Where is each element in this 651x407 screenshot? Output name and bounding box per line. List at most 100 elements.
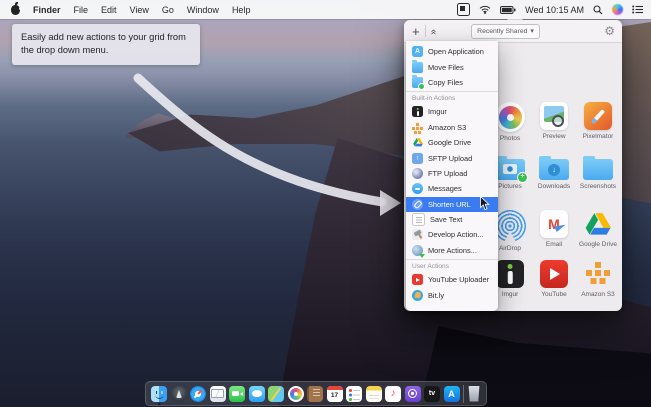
filter-dropdown[interactable]: Recently Shared ▾ [471,24,540,39]
dock-messages-icon[interactable] [249,386,265,402]
grid-item-google-drive[interactable]: Google Drive [576,210,620,252]
dock-safari-icon[interactable] [190,386,206,402]
dock-separator [463,385,464,403]
imgur-icon [496,260,524,288]
menu-edit[interactable]: Edit [101,5,117,15]
menu-item-open-application[interactable]: Open Application [406,44,498,59]
calendar-day: 17 [331,392,338,399]
google-drive-icon [412,137,423,148]
filter-value: Recently Shared [477,28,527,35]
youtube-icon [540,260,568,288]
grid-row-1: Photos Preview Pixelmator [488,102,622,142]
menu-file[interactable]: File [74,5,89,15]
dock-finder-icon[interactable] [151,386,167,402]
toolbar-divider [425,25,426,37]
popover-toolbar: + « Recently Shared ▾ ⚙ [404,20,622,43]
dock-tv-icon[interactable] [424,386,440,402]
shorten-url-link-icon [412,199,423,210]
google-drive-icon [585,210,611,238]
develop-action-hammer-icon [412,229,423,240]
imgur-icon [412,106,423,117]
menu-bar: Finder File Edit View Go Window Help Wed… [0,0,651,19]
photos-icon [495,102,525,132]
menu-bar-left: Finder File Edit View Go Window Help [0,5,250,15]
add-action-button[interactable]: + [412,25,420,38]
menu-item-bitly[interactable]: Bit.ly [406,287,498,302]
grid-item-amazon-s3[interactable]: Amazon S3 [576,260,620,298]
menu-item-sftp-upload[interactable]: SFTP Upload [406,150,498,165]
wifi-icon[interactable] [479,5,491,14]
grid-item-downloads[interactable]: Downloads [532,154,576,190]
dock-contacts-icon[interactable] [307,386,323,402]
copy-files-folder-icon [412,77,423,88]
spotlight-icon[interactable] [593,5,603,15]
coachmark-tooltip: Easily add new actions to your grid from… [12,24,200,65]
menu-go[interactable]: Go [162,5,174,15]
grid-item-screenshots[interactable]: Screenshots [576,154,620,190]
menu-item-youtube-uploader[interactable]: YouTube Uploader [406,272,498,287]
dock-notes-icon[interactable] [366,386,382,402]
grid-item-email[interactable]: Email [532,210,576,252]
dock-app-store-icon[interactable] [444,386,460,402]
screenshots-folder-icon [583,159,613,180]
menu-item-amazon-s3[interactable]: Amazon S3 [406,120,498,135]
siri-icon[interactable] [612,4,623,15]
apple-menu-icon[interactable] [11,5,20,15]
menu-view[interactable]: View [130,5,149,15]
desktop: Easily add new actions to your grid from… [0,0,651,407]
menu-bar-clock[interactable]: Wed 10:15 AM [525,5,584,15]
mouse-cursor [479,196,490,211]
grid-row-2: + Pictures Downloads Screenshots [488,154,622,190]
battery-icon[interactable] [500,6,516,14]
collapse-button[interactable]: « [427,29,438,34]
menu-item-more-actions[interactable]: More Actions... [406,243,498,258]
grid-item-preview[interactable]: Preview [532,102,576,142]
youtube-uploader-icon [412,274,423,285]
dock-calendar-icon[interactable]: 17 [327,386,343,402]
dropshare-menubar-icon[interactable] [457,3,470,16]
menu-help[interactable]: Help [232,5,251,15]
ftp-upload-globe-icon [412,168,423,179]
section-user-actions: User Actions [406,261,498,272]
sftp-upload-icon [412,153,423,164]
menu-item-develop-action[interactable]: Develop Action... [406,227,498,242]
notification-center-icon[interactable] [632,5,643,14]
add-action-dropdown-menu: Open Application Move Files Copy Files B… [406,41,498,311]
menu-item-save-text[interactable]: Save Text [406,212,498,227]
save-text-icon [412,213,425,226]
dock-mail-icon[interactable] [210,386,226,402]
dock-photos-icon[interactable] [288,386,304,402]
dock-facetime-icon[interactable] [229,386,245,402]
grid-item-youtube[interactable]: YouTube [532,260,576,298]
gear-icon[interactable]: ⚙ [604,25,615,37]
amazon-s3-icon [584,260,612,288]
dock-music-icon[interactable] [385,386,401,402]
dock-podcasts-icon[interactable] [405,386,421,402]
menu-bar-status: Wed 10:15 AM [457,3,651,16]
caret-down-icon: ▾ [530,27,533,35]
menu-item-copy-files[interactable]: Copy Files [406,75,498,90]
menu-window[interactable]: Window [187,5,219,15]
dock-trash-icon[interactable] [468,386,481,402]
pictures-folder-icon: + [495,159,525,180]
dock-maps-icon[interactable] [268,386,284,402]
coachmark-text: Easily add new actions to your grid from… [21,32,186,55]
menu-item-messages[interactable]: Messages [406,181,498,196]
active-app-menu[interactable]: Finder [33,5,61,15]
preview-icon [540,102,568,130]
messages-icon [412,183,423,194]
bitly-icon [412,290,423,301]
grid-item-pixelmator[interactable]: Pixelmator [576,102,620,142]
dock-reminders-icon[interactable] [346,386,362,402]
add-badge-icon: + [517,172,528,183]
dock-launchpad-icon[interactable] [171,386,187,402]
section-built-in-actions: Built-in Actions [406,93,498,104]
move-files-folder-icon [412,62,423,73]
menu-divider [406,259,498,260]
menu-item-imgur[interactable]: Imgur [406,104,498,119]
menu-item-google-drive[interactable]: Google Drive [406,135,498,150]
airdrop-icon [494,210,526,242]
amazon-s3-icon [412,122,423,133]
menu-item-move-files[interactable]: Move Files [406,59,498,74]
menu-item-ftp-upload[interactable]: FTP Upload [406,166,498,181]
